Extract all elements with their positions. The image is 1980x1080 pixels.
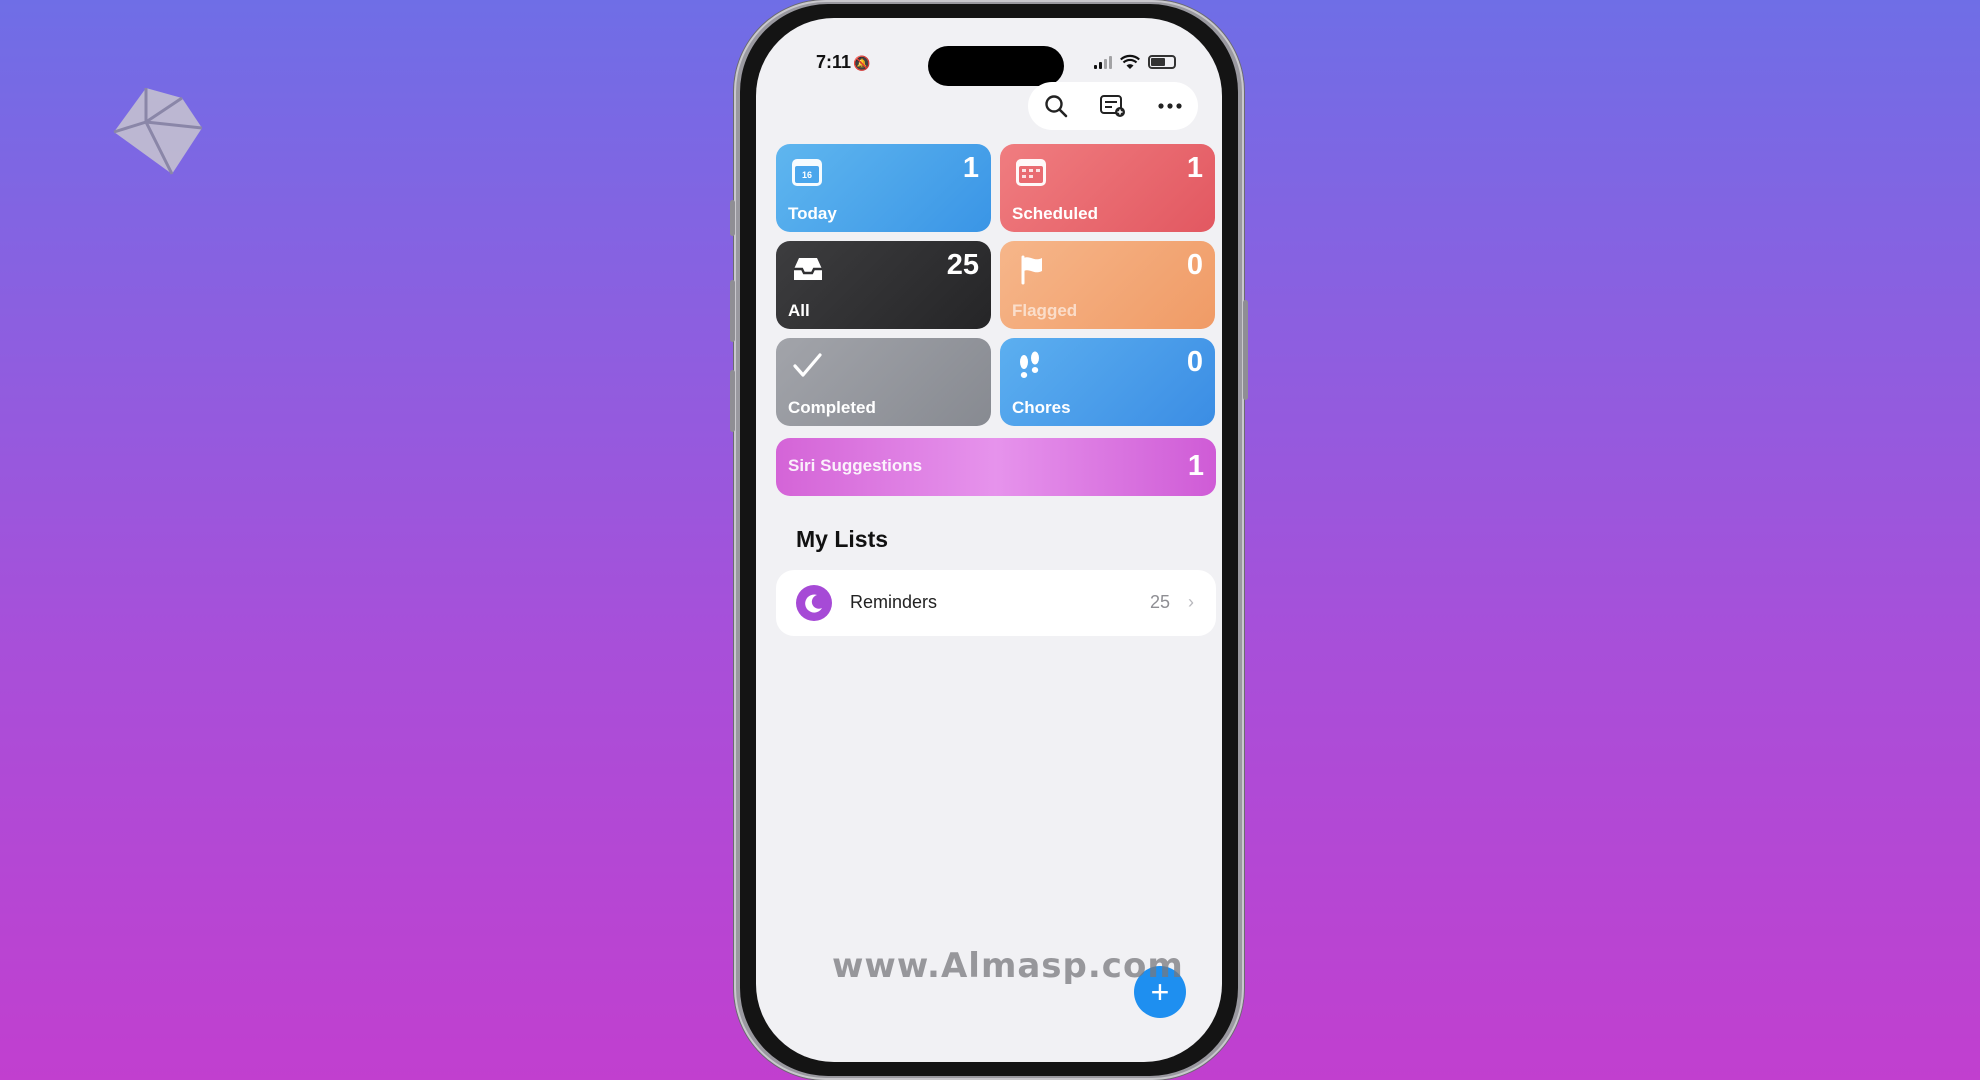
- all-label: All: [788, 301, 810, 320]
- smart-list-chores[interactable]: 0 Chores: [1000, 338, 1215, 426]
- list-icon: [796, 585, 832, 621]
- completed-label: Completed: [788, 398, 876, 417]
- wifi-icon: [1120, 54, 1140, 69]
- more-icon: [1158, 103, 1182, 109]
- chores-label: Chores: [1012, 398, 1071, 417]
- smart-list-completed[interactable]: Completed: [776, 338, 991, 426]
- smart-list-all[interactable]: 25 All: [776, 241, 991, 329]
- phone-frame: 7:11 🔕 16 1 Today 1 Scheduled 25 All 0 F…: [730, 0, 1248, 1080]
- svg-text:16: 16: [802, 170, 812, 180]
- my-lists-title: My Lists: [796, 526, 889, 552]
- scheduled-label: Scheduled: [1012, 204, 1098, 223]
- moon-icon: [805, 594, 822, 613]
- bell-slash-icon: 🔕: [853, 55, 871, 71]
- search-button[interactable]: [1038, 88, 1074, 124]
- all-count: 25: [946, 249, 979, 281]
- add-list-button[interactable]: [1095, 88, 1131, 124]
- smart-list-scheduled[interactable]: 1 Scheduled: [1000, 144, 1215, 232]
- list-name: Reminders: [850, 592, 938, 612]
- calendar-today-icon: 16: [792, 159, 822, 186]
- list-add-icon: [1099, 95, 1125, 117]
- toolbar: [1028, 82, 1198, 130]
- volume-up-button: [730, 280, 735, 342]
- list-count: 25: [1149, 592, 1170, 612]
- gem-logo: [113, 88, 202, 175]
- dynamic-island: [928, 46, 1064, 86]
- list-item-reminders[interactable]: Reminders 25 ›: [776, 570, 1216, 636]
- search-icon: [1045, 95, 1068, 118]
- side-button: [1243, 300, 1248, 400]
- flagged-label: Flagged: [1012, 301, 1078, 320]
- reminders-screen: 7:11 🔕 16 1 Today 1 Scheduled 25 All 0 F…: [756, 18, 1222, 1062]
- volume-down-button: [730, 370, 735, 432]
- status-time: 7:11 🔕: [816, 52, 871, 72]
- action-button: [730, 200, 735, 236]
- scheduled-count: 1: [1186, 152, 1203, 184]
- cellular-signal-icon: [1094, 55, 1112, 69]
- flag-icon: [1021, 255, 1042, 285]
- chores-count: 0: [1186, 346, 1203, 378]
- today-count: 1: [962, 152, 979, 184]
- today-label: Today: [788, 204, 837, 223]
- checkmark-icon: [793, 353, 822, 377]
- footprints-icon: [1020, 351, 1039, 378]
- battery-icon: [1148, 55, 1176, 69]
- siri-suggestions[interactable]: Siri Suggestions 1: [776, 438, 1216, 496]
- smart-list-today[interactable]: 16 1 Today: [776, 144, 991, 232]
- chevron-right-icon: ›: [1188, 592, 1194, 612]
- siri-suggestions-label: Siri Suggestions: [788, 456, 923, 475]
- smart-list-flagged[interactable]: 0 Flagged: [1000, 241, 1215, 329]
- siri-suggestions-count: 1: [1187, 450, 1204, 482]
- status-bar: 7:11 🔕: [756, 40, 1222, 86]
- more-button[interactable]: [1152, 88, 1188, 124]
- watermark-text: www.Almasp.com: [832, 946, 1184, 986]
- flagged-count: 0: [1186, 249, 1203, 281]
- tray-icon: [794, 258, 822, 280]
- calendar-icon: [1016, 159, 1046, 186]
